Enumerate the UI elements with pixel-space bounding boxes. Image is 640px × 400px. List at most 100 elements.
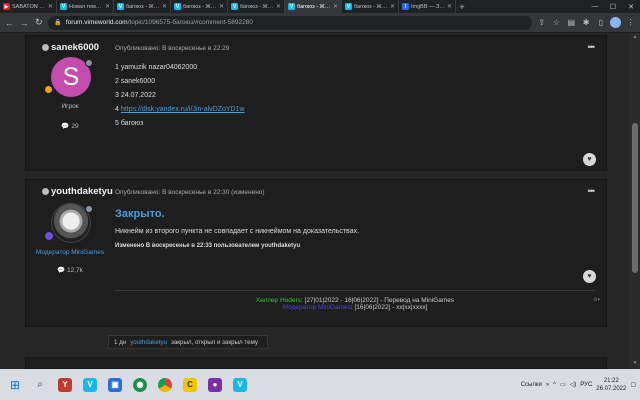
- links-toolbar[interactable]: Ссылки: [521, 382, 542, 388]
- url-path: /topic/1096575-багоюз/#comment-5892280: [127, 19, 253, 26]
- post-options-icon[interactable]: •••: [588, 186, 596, 196]
- tab-title: багоюз - Жал...: [240, 3, 274, 10]
- tab-close-icon[interactable]: ✕: [105, 3, 110, 10]
- tab-favicon-icon: I: [402, 3, 409, 10]
- post-line: 4 https://disk.yandex.ru/i/Jin-alvDZoYD1…: [115, 106, 245, 113]
- taskbar-app-circle[interactable]: ◉: [129, 374, 151, 396]
- post-author[interactable]: sanek6000: [42, 42, 99, 53]
- tab-title: Новая тема - V...: [69, 3, 103, 10]
- extensions-icon[interactable]: ✱: [581, 16, 592, 29]
- post-sanek6000: sanek6000 Опубликовано: В воскресенье в …: [25, 35, 607, 171]
- browser-tab[interactable]: Vбагоюз - Жал...✕: [114, 0, 171, 13]
- tab-close-icon[interactable]: ✕: [390, 3, 395, 10]
- menu-kebab-icon[interactable]: ⋮: [625, 16, 636, 29]
- event-user-link[interactable]: youthdaketyu: [130, 339, 167, 346]
- search-icon[interactable]: ⌕: [29, 374, 51, 396]
- reputation: 💬 12,7k: [57, 267, 83, 274]
- taskbar-app-purple[interactable]: ●: [204, 374, 226, 396]
- system-tray: Ссылки » ^ ▭ ◁) РУС 21:22 26.07.2022 ▢: [521, 369, 640, 400]
- post-date: Опубликовано: В воскресенье в 22:29: [115, 45, 230, 52]
- browser-tab[interactable]: ▶SABATON - Не...✕: [0, 0, 57, 13]
- forward-icon[interactable]: →: [19, 16, 30, 29]
- tab-title: багоюз - Жал...: [183, 3, 217, 10]
- post-line: 5 багоюз: [115, 120, 144, 127]
- post-youthdaketyu: youthdaketyu Опубликовано: В воскресенье…: [25, 179, 607, 327]
- address-bar[interactable]: 🔒 forum.vimeworld.com/topic/1096575-баго…: [48, 15, 533, 30]
- tab-close-icon[interactable]: ✕: [276, 3, 281, 10]
- post-content: Закрыто. Никнейм из второго пункта не со…: [115, 208, 359, 256]
- edited-note: Изменено В воскресенье в 22:33 пользоват…: [115, 243, 301, 249]
- signature: Хелпер Hoders: [27|01|2022 - 16|06|2022]…: [255, 297, 455, 311]
- tab-title: SABATON - Не...: [12, 3, 46, 10]
- browser-tab[interactable]: Vбагоюз - Жал...✕: [228, 0, 285, 13]
- new-tab-button[interactable]: +: [456, 0, 468, 13]
- signature-options-icon[interactable]: ⚙▾: [593, 297, 600, 303]
- side-panel-icon[interactable]: ▯: [595, 16, 606, 29]
- browser-tab[interactable]: Vбагоюз - Жал...✕: [171, 0, 228, 13]
- taskbar-app-chrome[interactable]: [154, 374, 176, 396]
- close-window-icon[interactable]: ✕: [622, 0, 640, 13]
- moderator-badge-icon: [43, 230, 55, 242]
- lock-icon: 🔒: [54, 20, 62, 26]
- reading-list-icon[interactable]: ▤: [566, 16, 577, 29]
- post-line: 2 sanek6000: [115, 78, 156, 85]
- scroll-thumb[interactable]: [632, 123, 638, 273]
- group-badge-icon: [85, 205, 93, 213]
- post-author[interactable]: youthdaketyu: [42, 186, 113, 197]
- taskbar-app-vimeworld[interactable]: V: [79, 374, 101, 396]
- notifications-icon[interactable]: ▢: [630, 381, 636, 388]
- yandex-disk-link[interactable]: https://disk.yandex.ru/i/Jin-alvDZoYD1w: [121, 106, 245, 113]
- like-heart-icon[interactable]: ♥: [583, 153, 596, 166]
- post-body: Никнейм из второго пункта не совпадает с…: [115, 228, 360, 235]
- post-line: 1 yamuzik nazar04062000: [115, 64, 198, 71]
- windows-taskbar: ⊞ ⌕ Y V ▣ ◉ C ● V Ссылки » ^ ▭ ◁) РУС 21…: [0, 369, 640, 400]
- taskbar-app-yellow[interactable]: C: [179, 374, 201, 396]
- tab-close-icon[interactable]: ✕: [333, 3, 338, 10]
- clock[interactable]: 21:22 26.07.2022: [596, 377, 626, 393]
- volume-icon[interactable]: ◁): [570, 381, 577, 388]
- like-heart-icon[interactable]: ♥: [583, 270, 596, 283]
- minimize-icon[interactable]: —: [586, 0, 604, 13]
- taskbar-app-vimeworld-2[interactable]: V: [229, 374, 251, 396]
- window-controls: — ☐ ✕: [586, 0, 640, 13]
- tray-chevron-icon[interactable]: »: [546, 382, 549, 388]
- browser-tab[interactable]: Vбагоюз - Жал...✕: [342, 0, 399, 13]
- tab-close-icon[interactable]: ✕: [48, 3, 53, 10]
- comment-icon: 💬: [57, 267, 66, 274]
- reload-icon[interactable]: ↻: [34, 16, 45, 29]
- scroll-up-icon[interactable]: ▲: [631, 34, 639, 42]
- offline-status-icon: [42, 188, 49, 195]
- tab-favicon-icon: V: [174, 3, 181, 10]
- share-icon[interactable]: ⇪: [536, 16, 547, 29]
- tab-close-icon[interactable]: ✕: [162, 3, 167, 10]
- keyboard-language[interactable]: РУС: [580, 382, 592, 388]
- page-scrollbar[interactable]: ▲ ▼: [630, 33, 640, 369]
- maximize-icon[interactable]: ☐: [604, 0, 622, 13]
- post-date: Опубликовано: В воскресенье в 22:30 (изм…: [115, 189, 265, 196]
- browser-tab-strip: ▶SABATON - Не...✕VНовая тема - V...✕Vбаг…: [0, 0, 640, 13]
- tab-close-icon[interactable]: ✕: [219, 3, 224, 10]
- start-icon[interactable]: ⊞: [4, 374, 26, 396]
- forum-page: sanek6000 Опубликовано: В воскресенье в …: [0, 33, 630, 369]
- tray-overflow-icon[interactable]: ^: [553, 382, 556, 388]
- tab-favicon-icon: V: [288, 3, 295, 10]
- taskbar-app-blue[interactable]: ▣: [104, 374, 126, 396]
- browser-tab[interactable]: IImgBB — Загр...✕: [399, 0, 456, 13]
- bookmark-star-icon[interactable]: ☆: [551, 16, 562, 29]
- browser-tab[interactable]: VНовая тема - V...✕: [57, 0, 114, 13]
- tab-favicon-icon: V: [345, 3, 352, 10]
- signature-divider: [115, 290, 595, 291]
- moderation-event: 1 дн youthdaketyu закрыл, открыл и закры…: [108, 335, 268, 349]
- profile-icon[interactable]: [610, 16, 622, 29]
- network-icon[interactable]: ▭: [560, 381, 566, 388]
- taskbar-app-red[interactable]: Y: [54, 374, 76, 396]
- bulb-badge-icon: [43, 84, 54, 95]
- back-icon[interactable]: ←: [4, 16, 15, 29]
- post-options-icon[interactable]: •••: [588, 42, 596, 52]
- tab-favicon-icon: V: [60, 3, 67, 10]
- scroll-down-icon[interactable]: ▼: [631, 360, 639, 368]
- user-rank: Модератор MiniGames: [35, 249, 105, 256]
- group-badge-icon: [85, 59, 93, 67]
- tab-close-icon[interactable]: ✕: [447, 3, 452, 10]
- browser-tab[interactable]: Vбагоюз - Жал...✕: [285, 0, 342, 13]
